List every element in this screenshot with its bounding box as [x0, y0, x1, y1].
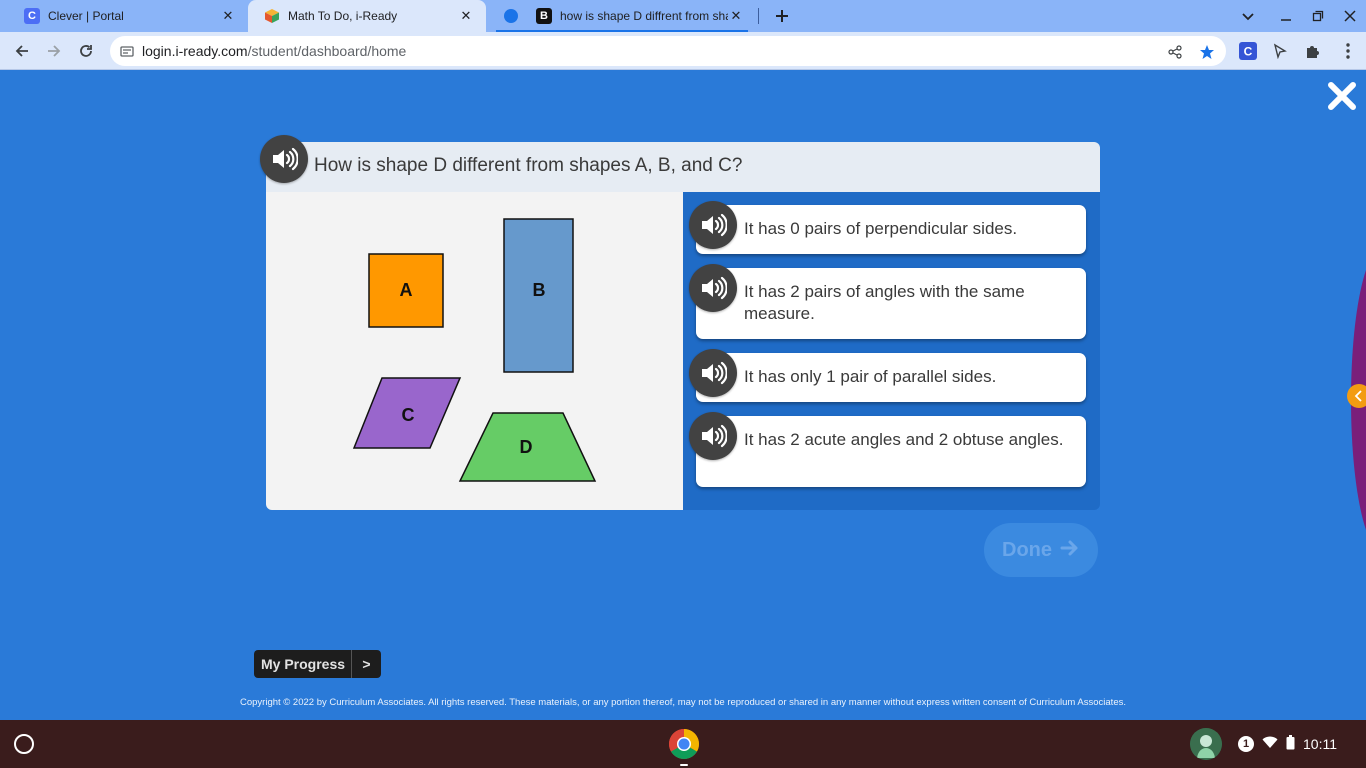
question-card: How is shape D different from shapes A, … — [260, 135, 1100, 510]
answer-audio-button[interactable] — [689, 264, 737, 312]
close-icon[interactable]: ✕ — [458, 8, 474, 24]
bookmark-star-icon[interactable] — [1198, 43, 1216, 61]
speaker-icon — [702, 276, 727, 300]
tab-search-button[interactable] — [1236, 4, 1260, 28]
brainly-b-icon: B — [536, 8, 552, 24]
restore-button[interactable] — [1306, 4, 1330, 28]
url-host: login.i-ready.com — [142, 43, 248, 59]
minimize-button[interactable] — [1274, 4, 1298, 28]
chrome-app-icon[interactable] — [668, 728, 700, 760]
shape-b-label: B — [533, 280, 546, 300]
close-lesson-button[interactable] — [1326, 80, 1358, 112]
answer-audio-button[interactable] — [689, 412, 737, 460]
site-info-icon[interactable] — [120, 44, 134, 58]
answer-text: It has 2 pairs of angles with the same m… — [744, 282, 1025, 323]
url-text: login.i-ready.com/student/dashboard/home — [142, 43, 406, 59]
answer-audio-button[interactable] — [689, 349, 737, 397]
answer-choices: It has 0 pairs of perpendicular sides. I… — [683, 192, 1100, 510]
my-progress-button[interactable]: My Progress > — [254, 650, 381, 678]
close-window-button[interactable] — [1338, 4, 1362, 28]
running-indicator — [680, 764, 688, 766]
reload-icon — [80, 45, 92, 57]
new-tab-button[interactable] — [770, 4, 794, 28]
user-avatar[interactable] — [1190, 728, 1222, 760]
copyright-notice: Copyright © 2022 by Curriculum Associate… — [240, 697, 1126, 708]
restore-icon — [1312, 10, 1324, 22]
arrow-right-icon — [1060, 537, 1080, 563]
speaker-icon — [702, 424, 727, 448]
share-icon[interactable] — [1166, 43, 1184, 61]
close-icon[interactable]: ✕ — [220, 8, 236, 24]
loading-dot-icon — [504, 9, 518, 23]
reload-button[interactable] — [74, 39, 98, 63]
plus-icon — [776, 10, 788, 22]
extensions-puzzle-icon[interactable] — [1302, 41, 1322, 61]
tab-math-to-do[interactable]: Math To Do, i-Ready ✕ — [248, 0, 486, 32]
my-progress-label: My Progress — [261, 656, 346, 672]
wifi-icon — [1262, 736, 1278, 752]
question-header: How is shape D different from shapes A, … — [260, 135, 1100, 192]
close-icon — [1344, 10, 1356, 22]
answer-text: It has 0 pairs of perpendicular sides. — [744, 219, 1018, 238]
answer-audio-button[interactable] — [689, 201, 737, 249]
tab-title: Clever | Portal — [48, 9, 124, 23]
status-tray[interactable]: 1 10:11 — [1238, 730, 1337, 758]
menu-kebab-icon[interactable] — [1338, 41, 1358, 61]
answer-text: It has only 1 pair of parallel sides. — [744, 367, 997, 386]
close-icon — [1328, 82, 1356, 110]
url-path: /student/dashboard/home — [247, 43, 407, 59]
answer-choice-1[interactable]: It has 0 pairs of perpendicular sides. — [689, 201, 1086, 254]
tab-title: how is shape D diffrent from sha — [560, 9, 728, 23]
answer-choice-2[interactable]: It has 2 pairs of angles with the same m… — [689, 264, 1086, 339]
battery-icon — [1286, 735, 1295, 753]
svg-text:C: C — [1244, 45, 1253, 59]
launcher-icon[interactable] — [14, 734, 34, 754]
shape-c-label: C — [402, 405, 415, 425]
shape-a-label: A — [400, 280, 413, 300]
forward-button[interactable] — [42, 39, 66, 63]
shapes-diagram: A B C D — [352, 218, 597, 482]
chevron-down-icon — [1242, 13, 1254, 21]
address-bar[interactable]: login.i-ready.com/student/dashboard/home — [110, 36, 1226, 66]
question-audio-button[interactable] — [260, 135, 308, 183]
answer-choice-3[interactable]: It has only 1 pair of parallel sides. — [689, 349, 1086, 402]
minimize-icon — [1281, 19, 1291, 21]
done-button[interactable]: Done — [984, 523, 1098, 577]
answer-text: It has 2 acute angles and 2 obtuse angle… — [744, 430, 1064, 449]
tab-title: Math To Do, i-Ready — [288, 9, 398, 23]
side-panel-tab — [1346, 270, 1366, 530]
os-shelf: 1 10:11 — [0, 720, 1366, 768]
close-icon[interactable]: ✕ — [728, 8, 744, 24]
tab-brainly-question[interactable]: B how is shape D diffrent from sha ✕ — [488, 0, 756, 32]
cursor-extension-icon[interactable] — [1270, 41, 1290, 61]
forward-arrow-icon — [48, 45, 61, 57]
answer-choice-4[interactable]: It has 2 acute angles and 2 obtuse angle… — [689, 412, 1086, 487]
tab-clever-portal[interactable]: C Clever | Portal ✕ — [8, 0, 248, 32]
speaker-icon — [702, 361, 727, 385]
question-text: How is shape D different from shapes A, … — [314, 155, 743, 176]
shape-d-label: D — [520, 437, 533, 457]
chevron-right-icon: > — [362, 656, 371, 672]
notification-badge: 1 — [1238, 736, 1254, 752]
browser-tab-strip: C Clever | Portal ✕ Math To Do, i-Ready … — [0, 0, 1366, 32]
clever-c-icon: C — [24, 8, 40, 24]
speaker-icon — [702, 213, 727, 237]
back-button[interactable] — [10, 39, 34, 63]
clever-extension-icon[interactable]: C — [1238, 41, 1258, 61]
clock-time: 10:11 — [1303, 736, 1337, 752]
speaker-icon — [273, 147, 298, 171]
tab-separator — [758, 8, 759, 24]
shapes-figure: A B C D — [266, 192, 683, 510]
back-arrow-icon — [15, 45, 28, 57]
done-label: Done — [1002, 538, 1052, 561]
iready-cube-icon — [264, 8, 280, 24]
browser-toolbar: login.i-ready.com/student/dashboard/home… — [0, 32, 1366, 70]
